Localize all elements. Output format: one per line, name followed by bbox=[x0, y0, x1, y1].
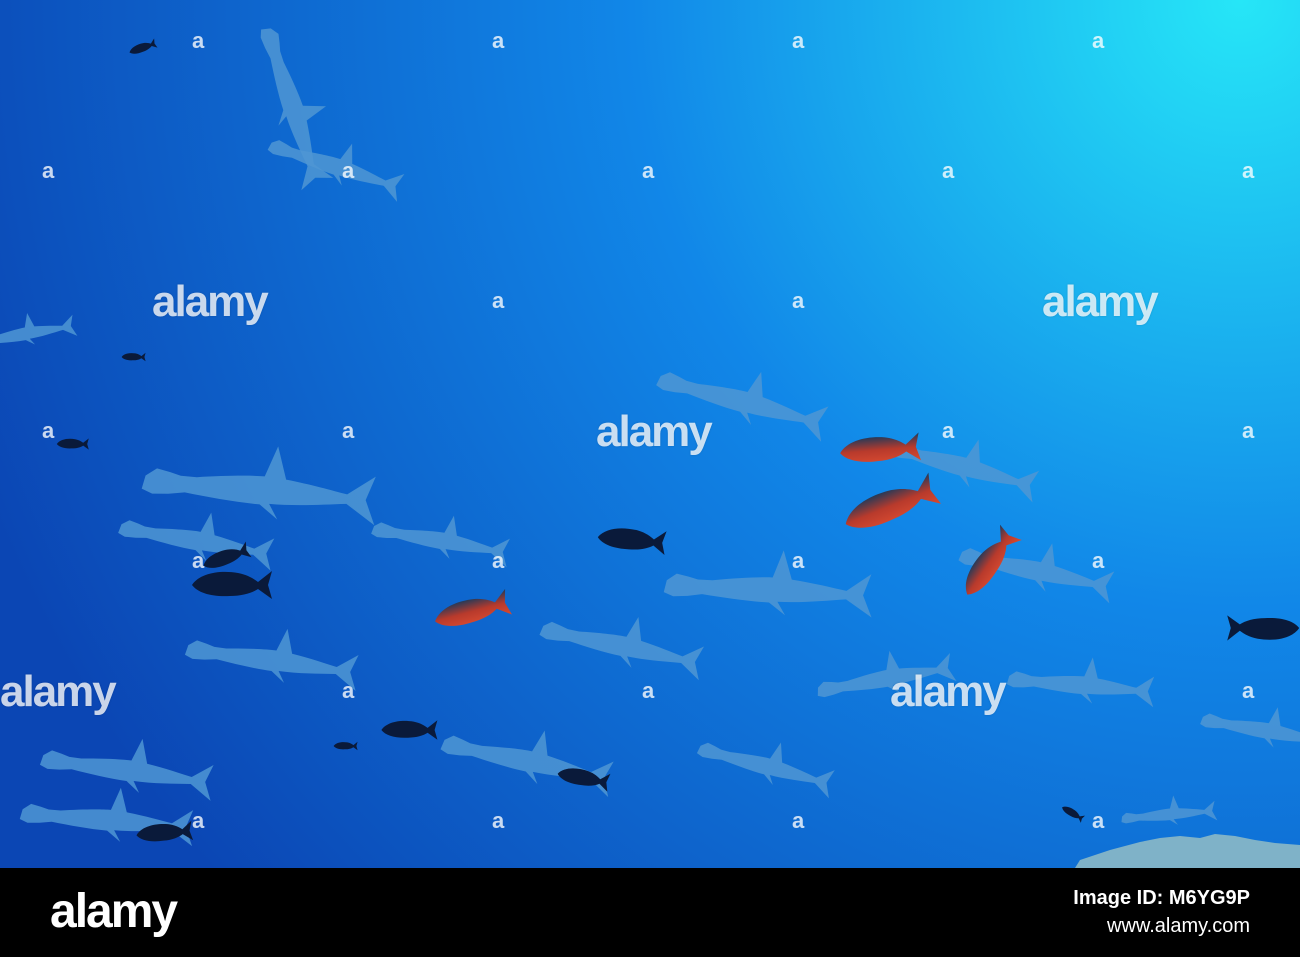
underwater-photo: alamy alamy alamy alamy alamy a a a a a a a a a a a a a a a… bbox=[0, 0, 1300, 868]
watermark-mark-7: a bbox=[642, 158, 655, 183]
watermark-logo-4: alamy bbox=[0, 667, 117, 716]
watermark-mark-18: a bbox=[792, 548, 805, 573]
watermark-mark-12: a bbox=[42, 418, 55, 443]
watermark-logo-5: alamy bbox=[890, 667, 1007, 716]
watermark-mark-23: a bbox=[192, 808, 205, 833]
footer-bar: alamy Image ID: M6YG9P www.alamy.com bbox=[0, 868, 1300, 957]
watermark-mark-22: a bbox=[1242, 678, 1255, 703]
watermark-mark-4: a bbox=[1092, 28, 1105, 53]
watermark-mark-13: a bbox=[342, 418, 355, 443]
watermark-mark-1: a bbox=[192, 28, 205, 53]
watermark-mark-24: a bbox=[492, 808, 505, 833]
watermark-mark-16: a bbox=[192, 548, 205, 573]
watermark-mark-26: a bbox=[1092, 808, 1105, 833]
watermark-mark-5: a bbox=[42, 158, 55, 183]
watermark-mark-14: a bbox=[942, 418, 955, 443]
watermark-logo-1: alamy bbox=[152, 277, 269, 326]
watermark-mark-21: a bbox=[642, 678, 655, 703]
watermark-mark-3: a bbox=[792, 28, 805, 53]
watermark-logo-2: alamy bbox=[1042, 277, 1159, 326]
watermark-mark-19: a bbox=[1092, 548, 1105, 573]
watermark-mark-10: a bbox=[492, 288, 505, 313]
watermark-logo-3: alamy bbox=[596, 407, 713, 456]
watermark-mark-17: a bbox=[492, 548, 505, 573]
watermark-mark-2: a bbox=[492, 28, 505, 53]
watermark-mark-9: a bbox=[1242, 158, 1255, 183]
footer-logo: alamy bbox=[50, 885, 178, 938]
watermark-mark-25: a bbox=[792, 808, 805, 833]
image-id-label: Image ID: M6YG9P bbox=[1073, 887, 1250, 909]
site-url-label: www.alamy.com bbox=[1107, 915, 1250, 937]
watermark-mark-8: a bbox=[942, 158, 955, 183]
watermark-mark-6: a bbox=[342, 158, 355, 183]
watermark-mark-11: a bbox=[792, 288, 805, 313]
watermark-mark-15: a bbox=[1242, 418, 1255, 443]
footer-info: Image ID: M6YG9P www.alamy.com bbox=[1073, 884, 1250, 940]
watermark-mark-20: a bbox=[342, 678, 355, 703]
